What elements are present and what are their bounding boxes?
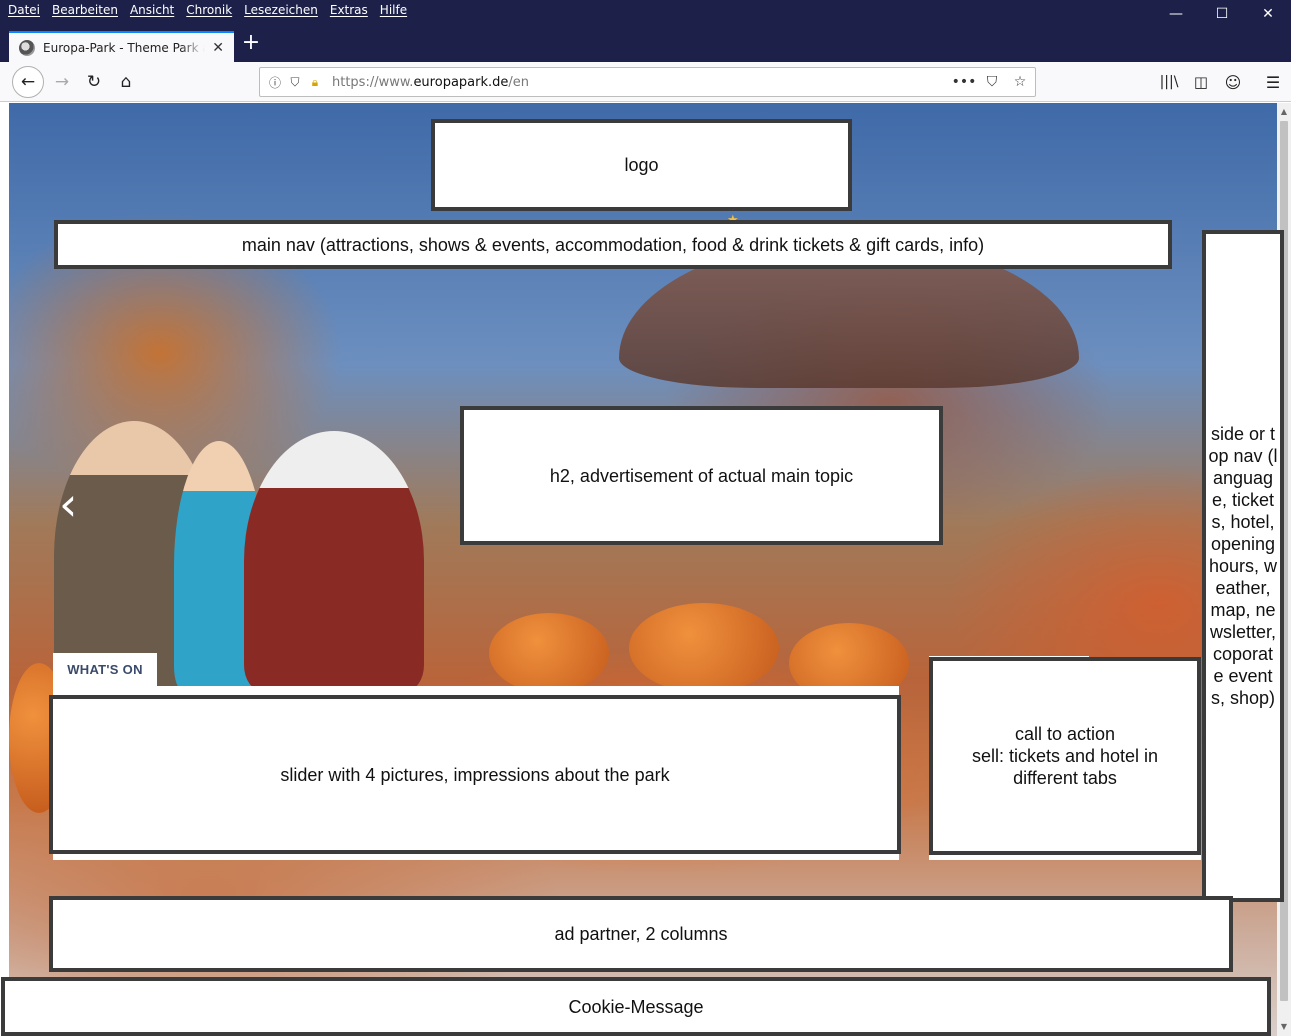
app-menu-button[interactable]: ☰ bbox=[1257, 66, 1289, 98]
hero-prev-arrow-icon[interactable]: ‹ bbox=[59, 481, 89, 531]
h2-placeholder: h2, advertisement of actual main topic bbox=[460, 406, 943, 545]
menu-extras[interactable]: Extras bbox=[330, 3, 368, 17]
ad-partner-placeholder: ad partner, 2 columns bbox=[49, 896, 1233, 972]
reload-icon: ↻ bbox=[86, 72, 102, 92]
url-path: /en bbox=[508, 74, 530, 90]
slider-placeholder-label: slider with 4 pictures, impressions abou… bbox=[280, 764, 670, 785]
browser-tab[interactable]: Europa-Park - Theme Park and ✕ bbox=[9, 31, 234, 62]
h2-placeholder-label: h2, advertisement of actual main topic bbox=[549, 465, 854, 486]
close-window-button[interactable]: ✕ bbox=[1245, 0, 1291, 28]
cookie-message-placeholder-label: Cookie-Message bbox=[568, 996, 704, 1017]
cta-placeholder-label: call to action bbox=[1014, 724, 1116, 744]
home-icon: ⌂ bbox=[120, 72, 132, 92]
navigation-toolbar: ← → ↻ ⌂ ⓘ ⛉ 🔒︎ https://www.europapark.de… bbox=[0, 62, 1291, 102]
info-icon[interactable]: ⓘ bbox=[266, 73, 284, 91]
library-button[interactable]: |||\ bbox=[1153, 66, 1185, 98]
window-controls: — ☐ ✕ bbox=[1153, 0, 1291, 28]
ad-partner-placeholder-label: ad partner, 2 columns bbox=[554, 924, 728, 944]
scroll-down-arrow-icon[interactable]: ▼ bbox=[1277, 1020, 1291, 1034]
menu-bearbeiten[interactable]: Bearbeiten bbox=[52, 3, 118, 17]
account-icon: ☺ bbox=[1224, 72, 1242, 92]
url-scheme: https://www. bbox=[332, 74, 414, 90]
menu-ansicht[interactable]: Ansicht bbox=[130, 3, 174, 17]
maximize-button[interactable]: ☐ bbox=[1199, 0, 1245, 28]
lock-warning-icon[interactable]: 🔒︎ bbox=[306, 73, 324, 91]
side-nav-placeholder: side or top nav (language, tickets, hote… bbox=[1202, 230, 1284, 902]
menu-chronik[interactable]: Chronik bbox=[186, 3, 232, 17]
more-icon[interactable]: ••• bbox=[952, 72, 977, 92]
cta-placeholder-sublabel: sell: tickets and hotel in different tab… bbox=[971, 746, 1159, 788]
shield-icon[interactable]: ⛉ bbox=[286, 73, 304, 91]
menu-lesezeichen[interactable]: Lesezeichen bbox=[244, 3, 318, 17]
account-button[interactable]: ☺ bbox=[1217, 66, 1249, 98]
hero-person bbox=[244, 431, 424, 691]
slider-placeholder: slider with 4 pictures, impressions abou… bbox=[49, 695, 901, 854]
sidebar-icon: ◫ bbox=[1193, 73, 1209, 91]
address-bar[interactable]: ⓘ ⛉ 🔒︎ https://www.europapark.de/en ••• … bbox=[259, 67, 1036, 97]
forward-arrow-icon: → bbox=[54, 72, 70, 92]
menu-bar: Datei Bearbeiten Ansicht Chronik Lesezei… bbox=[8, 3, 407, 17]
tab-close-icon[interactable]: ✕ bbox=[212, 40, 224, 56]
minimize-button[interactable]: — bbox=[1153, 0, 1199, 28]
cookie-message-placeholder: Cookie-Message bbox=[1, 977, 1271, 1036]
menu-hilfe[interactable]: Hilfe bbox=[380, 3, 407, 17]
home-button[interactable]: ⌂ bbox=[110, 66, 142, 98]
library-icon: |||\ bbox=[1159, 74, 1179, 90]
cta-placeholder: call to action sell: tickets and hotel i… bbox=[929, 657, 1201, 855]
side-nav-placeholder-label: side or top nav (language, tickets, hote… bbox=[1208, 424, 1278, 708]
sidebar-button[interactable]: ◫ bbox=[1185, 66, 1217, 98]
tab-title: Europa-Park - Theme Park and bbox=[43, 40, 205, 55]
pumpkin-image bbox=[629, 603, 779, 693]
whats-on-tab[interactable]: WHAT'S ON bbox=[53, 653, 157, 686]
reload-button[interactable]: ↻ bbox=[78, 66, 110, 98]
title-bar: Datei Bearbeiten Ansicht Chronik Lesezei… bbox=[0, 0, 1291, 28]
tab-strip: Europa-Park - Theme Park and ✕ + bbox=[0, 28, 1291, 62]
pumpkin-image bbox=[489, 613, 609, 693]
url-text[interactable]: https://www.europapark.de/en bbox=[332, 75, 529, 90]
star-icon[interactable]: ☆ bbox=[1011, 72, 1029, 92]
menu-datei[interactable]: Datei bbox=[8, 3, 40, 17]
new-tab-button[interactable]: + bbox=[240, 32, 262, 55]
main-nav-placeholder-label: main nav (attractions, shows & events, a… bbox=[241, 234, 985, 255]
pocket-icon[interactable]: ⛉ bbox=[983, 72, 1001, 92]
scroll-up-arrow-icon[interactable]: ▲ bbox=[1277, 105, 1291, 119]
url-host: europapark.de bbox=[413, 74, 509, 90]
forward-button[interactable]: → bbox=[46, 66, 78, 98]
back-button[interactable]: ← bbox=[12, 66, 44, 98]
logo-placeholder: logo bbox=[431, 119, 852, 211]
logo-placeholder-label: logo bbox=[624, 155, 659, 175]
hero-characters-image bbox=[54, 361, 434, 691]
back-arrow-icon: ← bbox=[20, 72, 36, 92]
main-nav-placeholder: main nav (attractions, shows & events, a… bbox=[54, 220, 1172, 269]
europa-park-favicon-icon bbox=[19, 39, 35, 56]
hamburger-menu-icon: ☰ bbox=[1265, 72, 1281, 92]
slider-bottom-strip bbox=[53, 853, 899, 860]
